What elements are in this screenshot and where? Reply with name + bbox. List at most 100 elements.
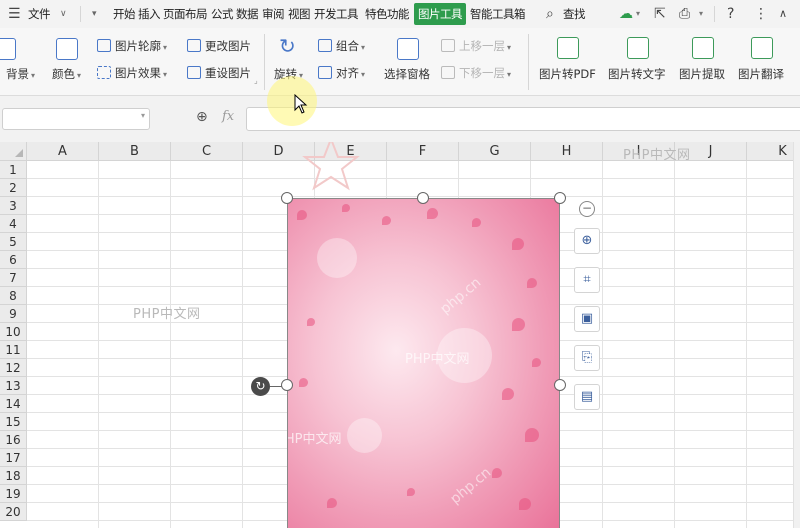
tab-special-features[interactable]: 特色功能 xyxy=(365,0,410,28)
picture-extract-icon[interactable] xyxy=(692,37,714,59)
resize-handle-top-left[interactable] xyxy=(281,192,293,204)
share-icon[interactable]: ⇱ xyxy=(654,0,666,28)
row-header[interactable]: 17 xyxy=(0,449,27,467)
picture-translate-button[interactable]: 图片翻译 xyxy=(738,66,784,82)
row-header[interactable]: 9 xyxy=(0,305,27,323)
picture-ocr-icon[interactable]: ▣ xyxy=(574,306,600,332)
name-box[interactable]: ▾ xyxy=(2,108,150,130)
resize-handle-top[interactable] xyxy=(417,192,429,204)
petal xyxy=(427,208,438,219)
picture-to-pdf-icon[interactable] xyxy=(557,37,579,59)
tab-insert[interactable]: 插入 xyxy=(138,0,161,28)
picture-to-text-button[interactable]: 图片转文字 xyxy=(608,66,666,82)
row-header[interactable]: 5 xyxy=(0,233,27,251)
zoom-formula-icon[interactable]: ⊕ xyxy=(196,109,208,125)
column-header-a[interactable]: A xyxy=(27,142,99,161)
picture-convert-icon[interactable]: ⎘ xyxy=(574,345,600,371)
dialog-launcher-icon[interactable]: ⌟ xyxy=(254,76,258,85)
collaborate-icon[interactable]: ⎙ xyxy=(679,0,690,28)
picture-replace-icon[interactable]: ▤ xyxy=(574,384,600,410)
column-header-b[interactable]: B xyxy=(99,142,171,161)
vertical-scrollbar[interactable] xyxy=(793,142,800,528)
file-menu[interactable]: 文件 xyxy=(28,0,51,28)
column-header-h[interactable]: H xyxy=(531,142,603,161)
align-button[interactable]: 对齐 ▾ xyxy=(318,65,365,81)
picture-translate-icon[interactable] xyxy=(751,37,773,59)
watermark-text: PHP中文网 xyxy=(405,352,470,367)
change-picture-button[interactable]: 更改图片 xyxy=(187,38,251,54)
send-backward-button[interactable]: 下移一层 ▾ xyxy=(441,65,511,81)
column-header-g[interactable]: G xyxy=(459,142,531,161)
row-header[interactable]: 19 xyxy=(0,485,27,503)
collapse-toolbar-icon[interactable]: − xyxy=(579,201,595,217)
help-icon[interactable]: ? xyxy=(727,0,734,28)
group-button[interactable]: 组合 ▾ xyxy=(318,38,365,54)
color-button[interactable]: 颜色 ▾ xyxy=(52,66,81,82)
picture-outline-button[interactable]: 图片轮廓 ▾ xyxy=(97,38,167,54)
row-header[interactable]: 18 xyxy=(0,467,27,485)
row-header[interactable]: 12 xyxy=(0,359,27,377)
tab-picture-tools[interactable]: 图片工具 xyxy=(414,3,466,25)
selected-picture[interactable]: PHP中文网 PHP中文网 php.cn php.cn xyxy=(287,198,560,528)
row-header[interactable]: 3 xyxy=(0,197,27,215)
resize-handle-right[interactable] xyxy=(554,379,566,391)
chevron-down-icon[interactable]: ▾ xyxy=(141,111,145,120)
search-button[interactable]: 查找 xyxy=(563,0,586,28)
row-header[interactable]: 4 xyxy=(0,215,27,233)
row-header[interactable]: 2 xyxy=(0,179,27,197)
background-button[interactable]: 背景 ▾ xyxy=(6,66,35,82)
row-header[interactable]: 11 xyxy=(0,341,27,359)
row-header[interactable]: 13 xyxy=(0,377,27,395)
tab-data[interactable]: 数据 xyxy=(236,0,259,28)
formula-input[interactable] xyxy=(246,107,800,131)
reset-picture-button[interactable]: 重设图片 xyxy=(187,65,251,81)
selection-pane-button[interactable]: 选择窗格 xyxy=(384,66,430,82)
row-header[interactable]: 1 xyxy=(0,161,27,179)
row-header[interactable]: 8 xyxy=(0,287,27,305)
tab-home[interactable]: 开始 xyxy=(113,0,136,28)
cloud-sync-icon[interactable]: ☁ xyxy=(619,0,633,28)
align-icon xyxy=(318,66,332,79)
row-header[interactable]: 20 xyxy=(0,503,27,521)
rotate-icon[interactable]: ↻ xyxy=(279,34,296,58)
tab-developer[interactable]: 开发工具 xyxy=(314,0,359,28)
rotate-handle-icon[interactable]: ↻ xyxy=(251,377,270,396)
chevron-down-icon[interactable]: ▾ xyxy=(699,0,703,28)
tab-formulas[interactable]: 公式 xyxy=(211,0,234,28)
hamburger-menu-icon[interactable]: ☰ xyxy=(8,0,21,28)
crop-icon[interactable]: ⌗ xyxy=(574,267,600,293)
select-all-corner[interactable] xyxy=(0,142,27,161)
insert-function-button[interactable]: fx xyxy=(222,109,234,124)
picture-to-pdf-button[interactable]: 图片转PDF xyxy=(539,66,596,82)
chevron-down-icon[interactable]: ∨ xyxy=(60,0,67,28)
picture-to-text-icon[interactable] xyxy=(627,37,649,59)
background-icon[interactable] xyxy=(0,38,16,60)
row-header[interactable]: 16 xyxy=(0,431,27,449)
quick-access-dropdown-icon[interactable]: ▾ xyxy=(92,0,97,28)
chevron-down-icon[interactable]: ▾ xyxy=(636,0,640,28)
tab-smart-toolbox[interactable]: 智能工具箱 xyxy=(470,0,526,28)
picture-extract-button[interactable]: 图片提取 xyxy=(679,66,725,82)
row-header[interactable]: 10 xyxy=(0,323,27,341)
petal xyxy=(307,318,315,326)
picture-effects-button[interactable]: 图片效果 ▾ xyxy=(97,65,167,81)
row-header[interactable]: 14 xyxy=(0,395,27,413)
row-header[interactable]: 15 xyxy=(0,413,27,431)
collapse-ribbon-icon[interactable]: ∧ xyxy=(779,0,787,28)
column-header-f[interactable]: F xyxy=(387,142,459,161)
tab-page-layout[interactable]: 页面布局 xyxy=(163,0,208,28)
row-header[interactable]: 6 xyxy=(0,251,27,269)
zoom-picture-icon[interactable]: ⊕ xyxy=(574,228,600,254)
selection-pane-icon[interactable] xyxy=(397,38,419,60)
column-header-c[interactable]: C xyxy=(171,142,243,161)
more-icon[interactable]: ⋮ xyxy=(754,0,768,28)
resize-handle-left[interactable] xyxy=(281,379,293,391)
tab-review[interactable]: 审阅 xyxy=(262,0,285,28)
row-header[interactable]: 7 xyxy=(0,269,27,287)
tab-view[interactable]: 视图 xyxy=(288,0,311,28)
resize-handle-top-right[interactable] xyxy=(554,192,566,204)
divider xyxy=(714,6,715,22)
color-icon[interactable] xyxy=(56,38,78,60)
bring-forward-button[interactable]: 上移一层 ▾ xyxy=(441,38,511,54)
search-icon[interactable]: ⌕ xyxy=(546,0,554,28)
